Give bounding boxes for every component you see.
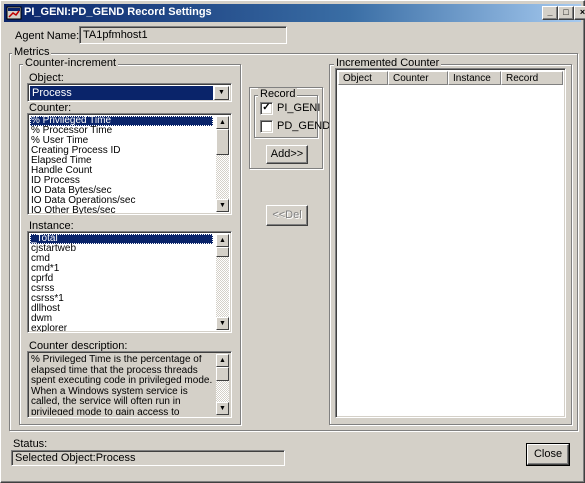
agent-name-field: TA1pfmhost1 bbox=[79, 26, 287, 44]
window-title: PI_GENI:PD_GEND Record Settings bbox=[24, 6, 212, 18]
delete-button[interactable]: <<Del bbox=[266, 205, 308, 226]
record-option-label-pd-gend: PD_GEND bbox=[277, 120, 331, 132]
counter-scroll-thumb[interactable] bbox=[216, 129, 229, 155]
description-scrollbar[interactable]: ▲ ▼ bbox=[216, 354, 229, 415]
add-button[interactable]: Add>> bbox=[266, 145, 308, 164]
scroll-down-icon[interactable]: ▼ bbox=[216, 199, 229, 212]
chevron-down-icon[interactable]: ▼ bbox=[214, 86, 229, 100]
scroll-down-icon[interactable]: ▼ bbox=[216, 317, 229, 330]
instance-list-item[interactable]: cprfd bbox=[30, 274, 213, 284]
agent-name-label: Agent Name: bbox=[15, 30, 80, 42]
description-scroll-thumb[interactable] bbox=[216, 367, 229, 381]
record-checkbox-pd-gend[interactable] bbox=[260, 120, 273, 133]
instance-scroll-thumb[interactable] bbox=[216, 247, 229, 257]
instance-scrollbar[interactable]: ▲ ▼ bbox=[216, 234, 229, 330]
record-option-label-pi-geni: PI_GENI bbox=[277, 102, 321, 114]
status-value: Selected Object:Process bbox=[15, 452, 136, 464]
agent-name-value: TA1pfmhost1 bbox=[83, 29, 148, 41]
close-window-button[interactable]: × bbox=[574, 6, 585, 20]
object-dropdown[interactable]: Process ▼ bbox=[27, 83, 232, 102]
record-settings-window: PI_GENI:PD_GEND Record Settings _ □ × Ag… bbox=[0, 0, 585, 483]
maximize-button[interactable]: □ bbox=[558, 6, 574, 20]
minimize-button[interactable]: _ bbox=[542, 6, 558, 20]
instance-list-item[interactable]: cjstartweb bbox=[30, 244, 213, 254]
instance-list-item[interactable]: explorer bbox=[30, 324, 213, 333]
instance-list[interactable]: _Total cjstartweb cmd cmd*1 cprfd csrss csrss*… bbox=[27, 231, 232, 333]
counter-list[interactable]: % Privileged Time% Processor Time% User … bbox=[27, 113, 232, 215]
record-checkbox-pi-geni[interactable]: ✓ bbox=[260, 102, 273, 115]
counter-scrollbar[interactable]: ▲ ▼ bbox=[216, 116, 229, 212]
column-header-counter[interactable]: Counter bbox=[388, 71, 448, 85]
window-app-icon bbox=[6, 6, 22, 20]
status-field: Selected Object:Process bbox=[11, 450, 285, 466]
instance-list-item[interactable]: dllhost bbox=[30, 304, 213, 314]
scroll-up-icon[interactable]: ▲ bbox=[216, 116, 229, 129]
counter-description-text: % Privileged Time is the percentage of e… bbox=[31, 355, 213, 415]
close-button[interactable]: Close bbox=[526, 443, 570, 466]
scroll-down-icon[interactable]: ▼ bbox=[216, 402, 229, 415]
title-bar[interactable]: PI_GENI:PD_GEND Record Settings _ □ × bbox=[4, 4, 585, 22]
record-legend: Record bbox=[258, 88, 298, 100]
column-header-object[interactable]: Object bbox=[338, 71, 388, 85]
column-header-record[interactable]: Record bbox=[501, 71, 563, 85]
instance-list-item[interactable]: cmd*1 bbox=[30, 264, 213, 274]
counter-description-box: % Privileged Time is the percentage of e… bbox=[27, 351, 232, 418]
object-selected-value: Process bbox=[30, 86, 213, 100]
column-header-instance[interactable]: Instance bbox=[448, 71, 501, 85]
counter-list-item[interactable]: IO Other Bytes/sec bbox=[30, 206, 213, 215]
scroll-up-icon[interactable]: ▲ bbox=[216, 234, 229, 247]
status-label: Status: bbox=[13, 438, 48, 450]
counter-increment-legend: Counter-increment bbox=[23, 57, 119, 69]
scroll-up-icon[interactable]: ▲ bbox=[216, 354, 229, 367]
incremented-counter-table[interactable]: Object Counter Instance Record bbox=[335, 68, 566, 418]
